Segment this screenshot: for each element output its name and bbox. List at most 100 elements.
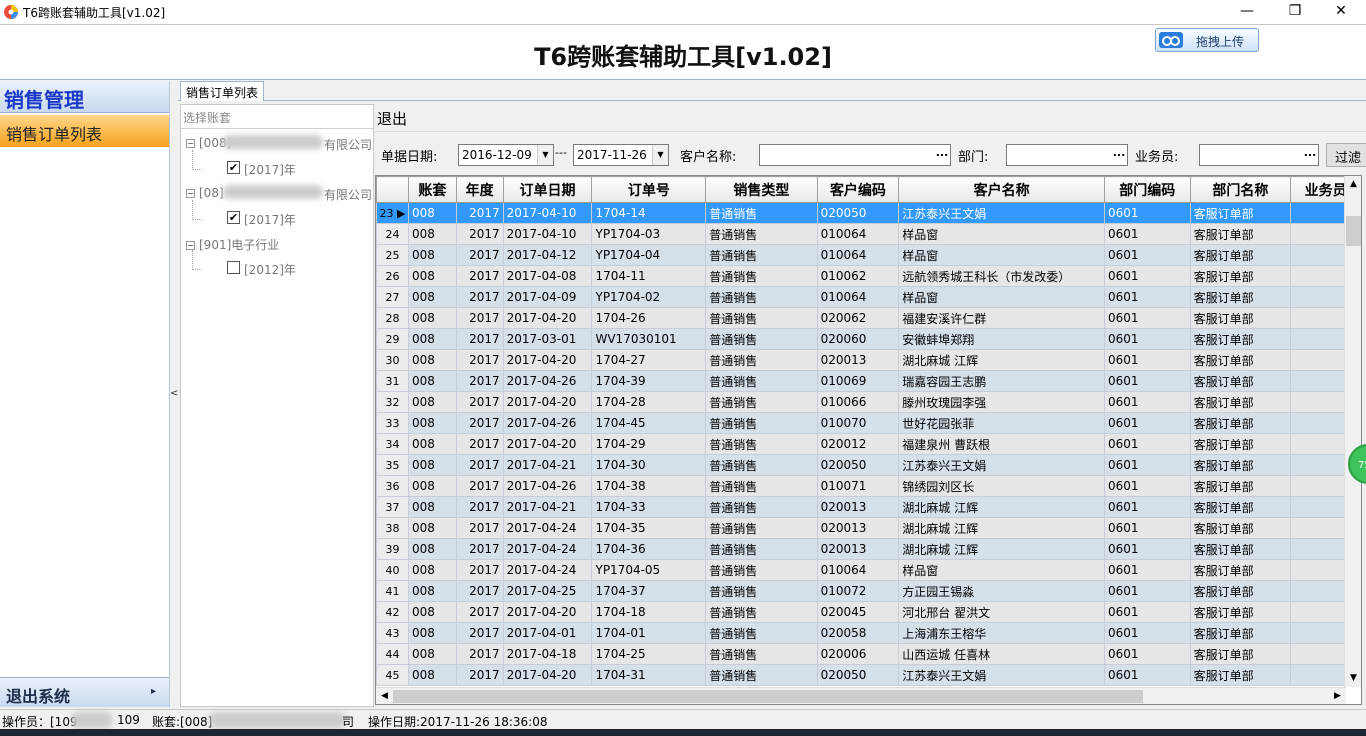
table-cell[interactable]: 020060 — [816, 328, 900, 350]
table-cell[interactable]: 2017-03-01 — [502, 328, 593, 350]
table-cell[interactable]: 普通销售 — [705, 664, 818, 686]
table-cell[interactable]: 0601 — [1103, 286, 1191, 308]
table-cell[interactable]: 010064 — [816, 223, 900, 245]
table-cell[interactable]: 0601 — [1103, 328, 1191, 350]
table-cell[interactable]: 1704-31 — [591, 664, 707, 686]
table-cell[interactable]: 样品窗 — [898, 286, 1105, 308]
table-row[interactable]: 25 008 2017 2017-04-12 YP1704-04 普通销售 010064 样品… — [376, 244, 1361, 266]
table-cell[interactable]: 1704-27 — [591, 349, 707, 371]
table-cell[interactable]: 020013 — [816, 538, 900, 560]
row-number-cell[interactable]: 24 — [376, 223, 409, 245]
table-cell[interactable]: 客服订单部 — [1189, 601, 1292, 623]
table-cell[interactable]: 0601 — [1103, 517, 1191, 539]
table-cell[interactable]: 0601 — [1103, 622, 1191, 644]
table-cell[interactable]: 湖北麻城 江辉 — [898, 517, 1105, 539]
nav-item-sales-order-list[interactable]: 销售订单列表 — [0, 115, 169, 147]
table-cell[interactable]: 1704-30 — [591, 454, 707, 476]
table-cell[interactable]: 2017 — [455, 370, 504, 392]
table-cell[interactable]: 2017-04-24 — [502, 559, 593, 581]
row-number-cell[interactable]: 34 — [376, 433, 409, 455]
date-to-picker[interactable]: 2017-11-26 ▼ — [573, 144, 669, 166]
table-cell[interactable]: 2017 — [455, 538, 504, 560]
panel-splitter[interactable]: < — [170, 81, 178, 707]
table-cell[interactable]: 湖北麻城 江辉 — [898, 538, 1105, 560]
table-cell[interactable]: 客服订单部 — [1189, 391, 1292, 413]
dropdown-arrow-icon[interactable]: ▼ — [652, 145, 668, 165]
table-cell[interactable]: 020050 — [816, 454, 900, 476]
table-row[interactable]: 31 008 2017 2017-04-26 1704-39 普通销售 010069 瑞嘉容园… — [376, 370, 1361, 392]
salesman-input[interactable]: ... — [1199, 144, 1319, 166]
table-cell[interactable]: 普通销售 — [705, 370, 818, 392]
table-cell[interactable]: 2017 — [455, 559, 504, 581]
table-cell[interactable]: 008 — [407, 580, 457, 602]
table-cell[interactable]: 2017-04-08 — [502, 265, 593, 287]
table-cell[interactable]: 1704-35 — [591, 517, 707, 539]
row-number-cell[interactable]: 41 — [376, 580, 409, 602]
table-cell[interactable]: 020013 — [816, 496, 900, 518]
table-cell[interactable]: 2017-04-12 — [502, 244, 593, 266]
table-cell[interactable]: 1704-28 — [591, 391, 707, 413]
table-cell[interactable]: 0601 — [1103, 349, 1191, 371]
row-number-cell[interactable]: 37 — [376, 496, 409, 518]
table-row[interactable]: 35 008 2017 2017-04-21 1704-30 普通销售 020050 江苏泰兴… — [376, 454, 1361, 476]
table-cell[interactable]: 普通销售 — [705, 580, 818, 602]
table-cell[interactable]: 008 — [407, 328, 457, 350]
table-cell[interactable]: 2017 — [455, 286, 504, 308]
table-cell[interactable]: 客服订单部 — [1189, 496, 1292, 518]
table-cell[interactable]: 客服订单部 — [1189, 244, 1292, 266]
date-from-picker[interactable]: 2016-12-09 ▼ — [458, 144, 554, 166]
column-header[interactable]: 客户名称 — [898, 176, 1105, 203]
row-number-cell[interactable]: 28 — [376, 307, 409, 329]
table-cell[interactable]: 2017 — [455, 496, 504, 518]
table-cell[interactable]: 普通销售 — [705, 475, 818, 497]
table-cell[interactable]: 0601 — [1103, 202, 1191, 224]
row-number-cell[interactable]: 39 — [376, 538, 409, 560]
table-cell[interactable]: 普通销售 — [705, 391, 818, 413]
table-cell[interactable]: 山西运城 任喜林 — [898, 643, 1105, 665]
table-cell[interactable]: 1704-18 — [591, 601, 707, 623]
table-cell[interactable]: 008 — [407, 664, 457, 686]
table-cell[interactable]: 客服订单部 — [1189, 370, 1292, 392]
table-row[interactable]: 27 008 2017 2017-04-09 YP1704-02 普通销售 010064 样品… — [376, 286, 1361, 308]
table-cell[interactable]: 上海浦东王榕华 — [898, 622, 1105, 644]
table-cell[interactable]: 客服订单部 — [1189, 433, 1292, 455]
table-cell[interactable]: 普通销售 — [705, 496, 818, 518]
table-cell[interactable]: 2017-04-21 — [502, 454, 593, 476]
table-cell[interactable]: 滕州玫瑰园李强 — [898, 391, 1105, 413]
table-cell[interactable]: 2017 — [455, 643, 504, 665]
table-cell[interactable]: 2017 — [455, 391, 504, 413]
table-cell[interactable]: YP1704-02 — [591, 286, 707, 308]
column-header[interactable]: 年度 — [455, 176, 504, 203]
table-cell[interactable]: YP1704-04 — [591, 244, 707, 266]
table-cell[interactable]: 0601 — [1103, 643, 1191, 665]
scroll-right-icon[interactable]: ▶ — [1329, 688, 1346, 704]
table-cell[interactable]: 普通销售 — [705, 622, 818, 644]
table-cell[interactable]: 2017-04-01 — [502, 622, 593, 644]
row-number-cell[interactable]: 25 — [376, 244, 409, 266]
table-cell[interactable]: 020050 — [816, 202, 900, 224]
table-cell[interactable]: 0601 — [1103, 601, 1191, 623]
table-cell[interactable]: 0601 — [1103, 391, 1191, 413]
column-header[interactable]: 账套 — [407, 176, 457, 203]
checkbox-2017-b[interactable]: ✔ — [227, 211, 240, 224]
table-cell[interactable]: 普通销售 — [705, 328, 818, 350]
table-row[interactable]: 26 008 2017 2017-04-08 1704-11 普通销售 010062 远航领秀… — [376, 265, 1361, 287]
table-cell[interactable]: 0601 — [1103, 580, 1191, 602]
table-row[interactable]: 42 008 2017 2017-04-20 1704-18 普通销售 020045 河北邢台… — [376, 601, 1361, 623]
table-cell[interactable]: 2017 — [455, 223, 504, 245]
table-cell[interactable]: 020058 — [816, 622, 900, 644]
row-number-cell[interactable]: 45 — [376, 664, 409, 686]
table-cell[interactable]: 普通销售 — [705, 349, 818, 371]
table-row[interactable]: 28 008 2017 2017-04-20 1704-26 普通销售 020062 福建安溪… — [376, 307, 1361, 329]
table-cell[interactable]: 1704-33 — [591, 496, 707, 518]
table-cell[interactable]: 瑞嘉容园王志鹏 — [898, 370, 1105, 392]
table-cell[interactable]: 008 — [407, 349, 457, 371]
table-cell[interactable]: 安徽蚌埠郑翔 — [898, 328, 1105, 350]
table-cell[interactable]: 2017-04-24 — [502, 517, 593, 539]
table-cell[interactable]: 客服订单部 — [1189, 580, 1292, 602]
table-cell[interactable]: 1704-37 — [591, 580, 707, 602]
table-cell[interactable]: 1704-29 — [591, 433, 707, 455]
table-cell[interactable]: 008 — [407, 307, 457, 329]
column-header[interactable]: 部门名称 — [1189, 176, 1292, 203]
table-cell[interactable]: 2017-04-25 — [502, 580, 593, 602]
